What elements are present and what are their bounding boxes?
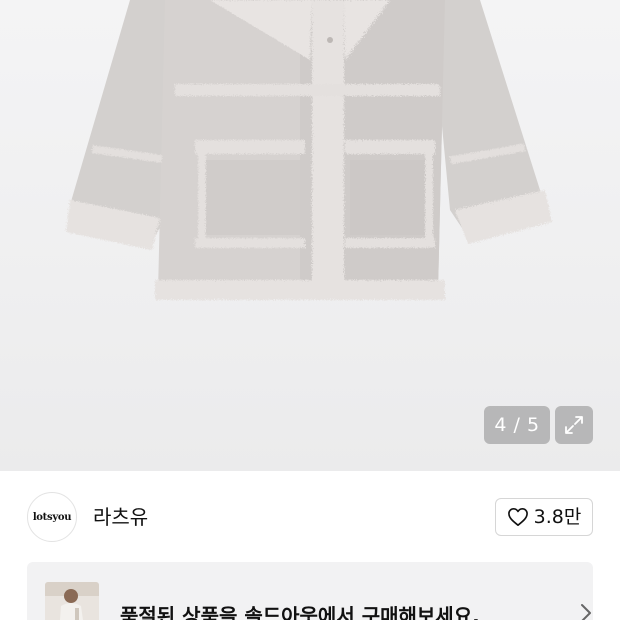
expand-image-button[interactable] [555,406,593,444]
image-counter-total: 5 [527,414,540,436]
coat-product-photo [66,0,552,300]
image-counter-badge: 4 / 5 [484,406,550,444]
banner-message: 품절된 상품을 솔드아웃에서 구매해보세요. [120,604,480,620]
like-button[interactable]: 3.8만 [495,498,593,536]
seller-row: lotsyou 라츠유 3.8만 [0,471,620,561]
expand-icon [565,416,583,434]
product-detail-page: 4 / 5 lotsyou 라츠유 3.8만 품절된 상품을 솔드아웃에서 구매… [0,0,620,620]
image-counter-current: 4 [494,414,507,436]
banner-thumbnail [45,582,99,620]
heart-outline-icon [507,508,528,526]
shop-name[interactable]: 라츠유 [93,503,148,531]
shop-logo-text: lotsyou [32,511,72,523]
like-count: 3.8만 [533,506,582,528]
shop-avatar[interactable]: lotsyou [27,492,77,542]
chevron-right-icon [581,604,591,620]
image-counter-separator: / [513,414,521,436]
soldout-banner[interactable]: 품절된 상품을 솔드아웃에서 구매해보세요. [27,562,593,620]
product-image-gallery[interactable]: 4 / 5 [0,0,620,471]
